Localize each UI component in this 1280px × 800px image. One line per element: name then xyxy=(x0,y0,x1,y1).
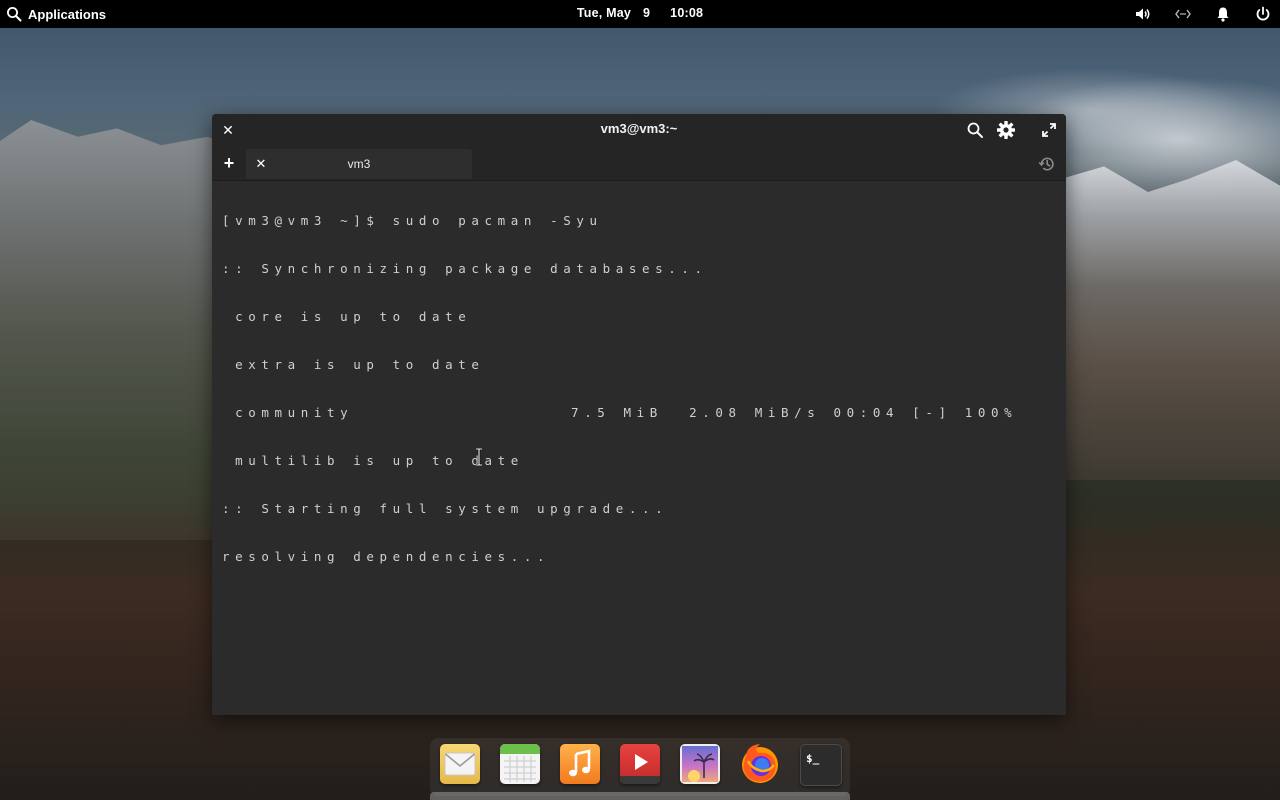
terminal-titlebar[interactable]: ✕ vm3@vm3:~ xyxy=(212,114,1066,147)
dock-calendar[interactable] xyxy=(500,744,540,784)
notifications-indicator[interactable] xyxy=(1212,3,1234,25)
dock-videos[interactable] xyxy=(620,744,660,784)
terminal-icon: $_ xyxy=(806,752,820,765)
photos-icon xyxy=(680,744,720,784)
search-button[interactable] xyxy=(966,121,984,139)
firefox-icon xyxy=(742,744,778,783)
top-panel: Applications Tue, May 9 10:08 xyxy=(0,0,1280,28)
wallpaper-mountain-right xyxy=(1060,160,1280,480)
terminal-line: extra is up to date xyxy=(222,357,485,372)
terminal-line-text: community xyxy=(222,405,354,420)
date-time-indicator[interactable]: Tue, May 9 10:08 xyxy=(0,0,1280,28)
video-play-icon xyxy=(620,754,660,784)
terminal-line: :: Synchronizing package databases... xyxy=(222,261,708,276)
dock-photos[interactable] xyxy=(680,744,720,784)
maximize-icon xyxy=(1042,123,1056,137)
volume-icon xyxy=(1136,8,1150,20)
dock-shelf xyxy=(430,792,850,800)
date-text: Tue, May xyxy=(576,6,632,20)
terminal-line-community: community 7.5 MiB 2.08 MiB/s 00:04 [-] 10… xyxy=(222,405,1056,421)
dock-music[interactable] xyxy=(560,744,600,784)
terminal-line: core is up to date xyxy=(222,309,472,324)
text-cursor-icon xyxy=(474,448,484,466)
day-text: 9 xyxy=(643,6,651,20)
close-tab-button[interactable]: ✕ xyxy=(254,156,268,172)
close-icon: ✕ xyxy=(255,156,267,171)
maximize-button[interactable] xyxy=(1041,122,1057,138)
mail-icon xyxy=(444,752,476,776)
music-icon xyxy=(569,749,591,777)
gear-icon xyxy=(997,121,1015,139)
dock-firefox[interactable] xyxy=(738,741,782,785)
plus-icon: + xyxy=(223,153,235,173)
history-icon xyxy=(1038,157,1054,171)
settings-button[interactable] xyxy=(996,120,1016,140)
tab-bar: + ✕ vm3 xyxy=(212,147,1066,181)
system-indicators xyxy=(1132,0,1274,28)
time-text: 10:08 xyxy=(670,6,704,20)
download-progress-text: 7.5 MiB 2.08 MiB/s 00:04 [-] 100% xyxy=(571,405,1018,420)
tab-vm3[interactable]: ✕ vm3 xyxy=(246,149,472,179)
terminal-line: [vm3@vm3 ~]$ sudo pacman -Syu xyxy=(222,213,603,228)
terminal-prompt-text: $_ xyxy=(806,752,820,765)
dock-mail[interactable] xyxy=(440,744,480,784)
terminal-line: multilib is up to date xyxy=(222,453,524,468)
terminal-window: ✕ vm3@vm3:~ + ✕ vm3 [vm3@vm3 ~]$ sudo pa… xyxy=(212,114,1066,715)
tab-history-button[interactable] xyxy=(1038,155,1056,173)
new-tab-button[interactable]: + xyxy=(220,154,238,172)
terminal-output-area[interactable]: [vm3@vm3 ~]$ sudo pacman -Syu :: Synchro… xyxy=(212,181,1066,715)
power-icon xyxy=(1256,6,1270,21)
volume-indicator[interactable] xyxy=(1132,3,1154,25)
tab-label: vm3 xyxy=(347,157,371,171)
network-indicator[interactable] xyxy=(1172,3,1194,25)
dock-terminal[interactable]: $_ xyxy=(800,744,842,786)
search-icon xyxy=(967,122,983,138)
power-indicator[interactable] xyxy=(1252,3,1274,25)
network-icon xyxy=(1175,9,1191,19)
calendar-icon xyxy=(500,744,540,782)
terminal-output: [vm3@vm3 ~]$ sudo pacman -Syu :: Synchro… xyxy=(222,181,1056,597)
terminal-line: resolving dependencies... xyxy=(222,549,551,564)
terminal-line: :: Starting full system upgrade... xyxy=(222,501,669,516)
notifications-icon xyxy=(1217,7,1229,22)
window-title: vm3@vm3:~ xyxy=(600,121,678,136)
